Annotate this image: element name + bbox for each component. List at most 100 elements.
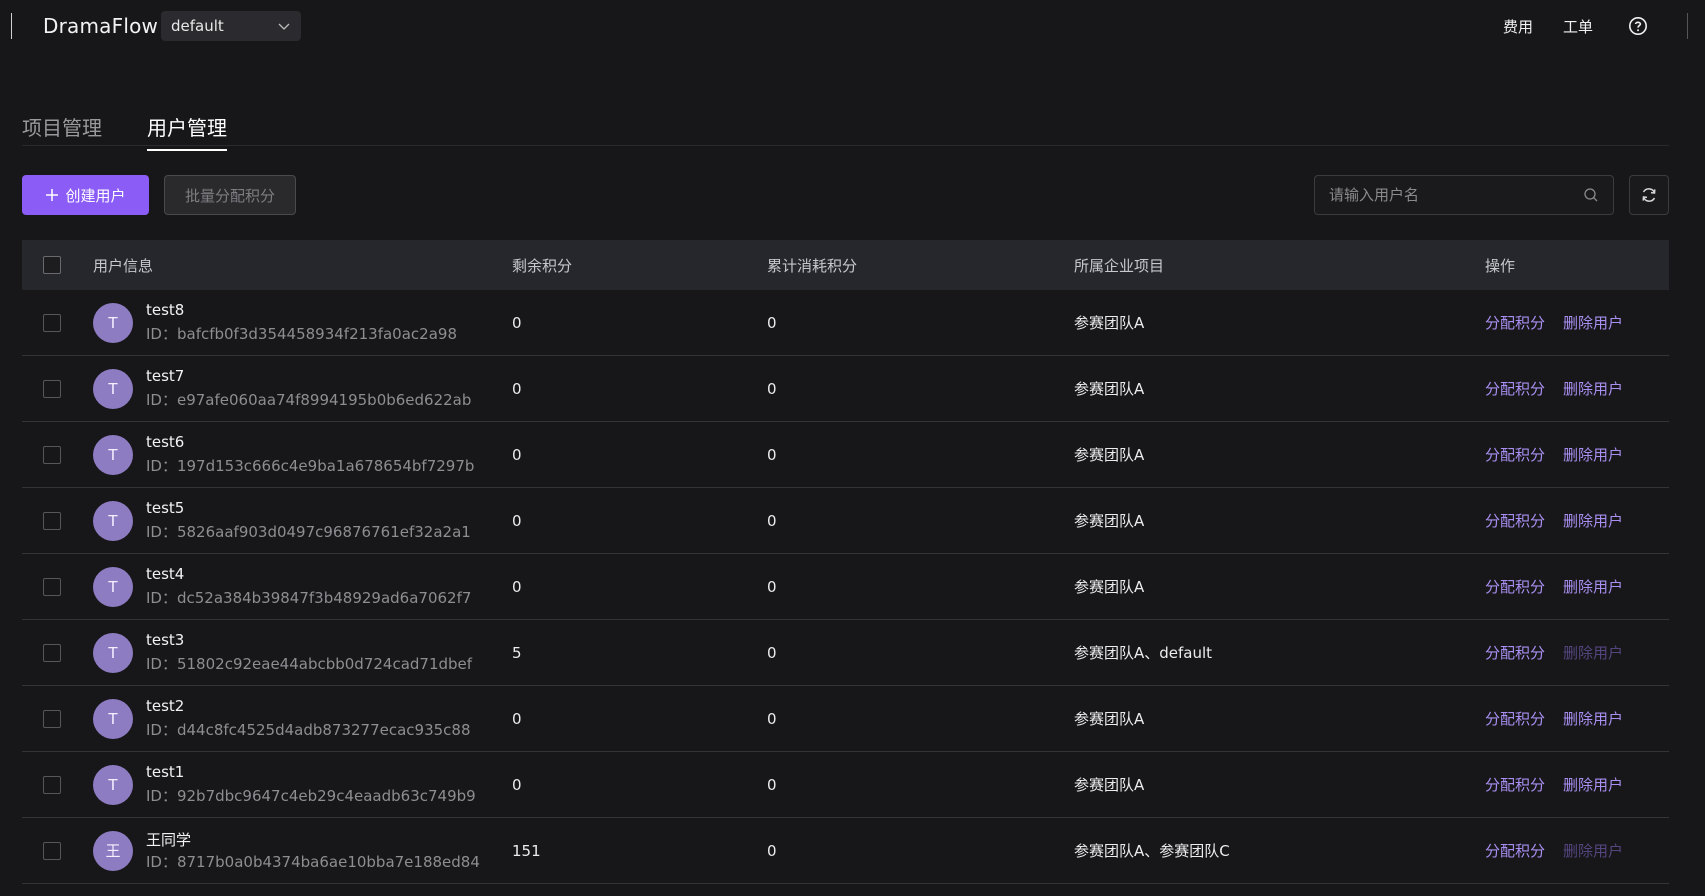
plus-icon bbox=[46, 189, 59, 201]
project-name: 参赛团队A bbox=[1074, 578, 1145, 596]
consumed-points: 0 bbox=[767, 577, 777, 596]
consumed-points: 0 bbox=[767, 313, 777, 332]
row-checkbox[interactable] bbox=[43, 313, 61, 332]
remaining-points: 0 bbox=[512, 775, 522, 794]
main-tabs: 项目管理 用户管理 bbox=[22, 112, 1669, 151]
row-checkbox[interactable] bbox=[43, 577, 61, 596]
remaining-points: 0 bbox=[512, 313, 522, 332]
user-name: test2 bbox=[146, 697, 185, 715]
user-name: test5 bbox=[146, 499, 185, 517]
project-name: 参赛团队A bbox=[1074, 710, 1145, 728]
header-consumed-points: 累计消耗积分 bbox=[767, 256, 858, 275]
user-id: ID：5826aaf903d0497c96876761ef32a2a1 bbox=[146, 523, 471, 541]
row-checkbox[interactable] bbox=[43, 775, 61, 794]
user-id: ID：dc52a384b39847f3b48929ad6a7062f7 bbox=[146, 589, 472, 607]
header-user-info: 用户信息 bbox=[93, 256, 154, 275]
user-name: test4 bbox=[146, 565, 185, 583]
delete-user-link: 删除用户 bbox=[1563, 842, 1624, 860]
left-divider bbox=[11, 13, 12, 39]
select-all-checkbox[interactable] bbox=[43, 256, 61, 274]
app-brand[interactable]: DramaFlow bbox=[43, 14, 158, 38]
table-row: Ttest4 ID：dc52a384b39847f3b48929ad6a7062f… bbox=[22, 554, 1669, 620]
assign-points-link[interactable]: 分配积分 bbox=[1485, 510, 1545, 531]
consumed-points: 0 bbox=[767, 841, 777, 860]
ticket-link[interactable]: 工单 bbox=[1563, 16, 1593, 37]
assign-points-link[interactable]: 分配积分 bbox=[1485, 576, 1545, 597]
project-select[interactable]: default bbox=[161, 11, 301, 41]
row-checkbox[interactable] bbox=[43, 841, 61, 860]
search-icon[interactable] bbox=[1583, 187, 1599, 203]
assign-points-link[interactable]: 分配积分 bbox=[1485, 378, 1545, 399]
project-name: 参赛团队A、参赛团队C bbox=[1074, 842, 1230, 860]
right-divider bbox=[1687, 13, 1688, 39]
remaining-points: 0 bbox=[512, 379, 522, 398]
remaining-points: 151 bbox=[512, 841, 541, 860]
delete-user-link[interactable]: 删除用户 bbox=[1563, 378, 1623, 399]
project-name: 参赛团队A bbox=[1074, 380, 1145, 398]
row-checkbox[interactable] bbox=[43, 643, 61, 662]
top-bar: DramaFlow default 费用 工单 bbox=[0, 0, 1705, 53]
search-input[interactable] bbox=[1329, 186, 1569, 204]
user-table: 用户信息 剩余积分 累计消耗积分 所属企业项目 操作 Ttest8 ID：bafc… bbox=[22, 240, 1669, 884]
user-id: ID：8717b0a0b4374ba6ae10bba7e188ed84 bbox=[146, 853, 480, 871]
avatar: T bbox=[93, 566, 133, 607]
delete-user-link[interactable]: 删除用户 bbox=[1563, 510, 1623, 531]
project-name: 参赛团队A、default bbox=[1074, 644, 1213, 662]
assign-points-link[interactable]: 分配积分 bbox=[1485, 774, 1545, 795]
table-row: Ttest7 ID：e97afe060aa74f8994195b0b6ed622a… bbox=[22, 356, 1669, 422]
consumed-points: 0 bbox=[767, 379, 777, 398]
user-name: test6 bbox=[146, 433, 185, 451]
table-row: Ttest5 ID：5826aaf903d0497c96876761ef32a2a… bbox=[22, 488, 1669, 554]
delete-user-link[interactable]: 删除用户 bbox=[1563, 312, 1623, 333]
refresh-icon bbox=[1642, 188, 1656, 202]
table-row: Ttest1 ID：92b7dbc9647c4eb29c4eaadb63c749b… bbox=[22, 752, 1669, 818]
assign-points-link[interactable]: 分配积分 bbox=[1485, 642, 1545, 663]
delete-user-link[interactable]: 删除用户 bbox=[1563, 708, 1623, 729]
consumed-points: 0 bbox=[767, 511, 777, 530]
delete-user-link[interactable]: 删除用户 bbox=[1563, 774, 1623, 795]
tab-user-management[interactable]: 用户管理 bbox=[147, 112, 227, 151]
user-name: test1 bbox=[146, 763, 185, 781]
row-checkbox[interactable] bbox=[43, 709, 61, 728]
user-id: ID：92b7dbc9647c4eb29c4eaadb63c749b9 bbox=[146, 787, 476, 805]
avatar: T bbox=[93, 302, 133, 343]
consumed-points: 0 bbox=[767, 775, 777, 794]
user-id: ID：bafcfb0f3d354458934f213fa0ac2a98 bbox=[146, 325, 457, 343]
table-row: Ttest6 ID：197d153c666c4e9ba1a678654bf7297… bbox=[22, 422, 1669, 488]
assign-points-link[interactable]: 分配积分 bbox=[1485, 312, 1545, 333]
refresh-button[interactable] bbox=[1629, 175, 1669, 215]
batch-assign-points-button[interactable]: 批量分配积分 bbox=[164, 175, 296, 215]
table-body: Ttest8 ID：bafcfb0f3d354458934f213fa0ac2a9… bbox=[22, 290, 1669, 884]
help-icon[interactable] bbox=[1628, 16, 1648, 36]
row-checkbox[interactable] bbox=[43, 511, 61, 530]
assign-points-link[interactable]: 分配积分 bbox=[1485, 840, 1545, 861]
tab-project-management[interactable]: 项目管理 bbox=[22, 112, 102, 149]
delete-user-link[interactable]: 删除用户 bbox=[1563, 444, 1623, 465]
project-name: 参赛团队A bbox=[1074, 512, 1145, 530]
project-name: 参赛团队A bbox=[1074, 446, 1145, 464]
user-name: 王同学 bbox=[146, 831, 192, 849]
chevron-down-icon bbox=[278, 23, 290, 30]
user-id: ID：d44c8fc4525d4adb873277ecac935c88 bbox=[146, 721, 471, 739]
assign-points-link[interactable]: 分配积分 bbox=[1485, 708, 1545, 729]
assign-points-link[interactable]: 分配积分 bbox=[1485, 444, 1545, 465]
create-user-label: 创建用户 bbox=[65, 186, 126, 205]
cost-link[interactable]: 费用 bbox=[1503, 16, 1533, 37]
row-checkbox[interactable] bbox=[43, 379, 61, 398]
search-box bbox=[1314, 175, 1614, 215]
table-row: Ttest8 ID：bafcfb0f3d354458934f213fa0ac2a9… bbox=[22, 290, 1669, 356]
user-id: ID：197d153c666c4e9ba1a678654bf7297b bbox=[146, 457, 475, 475]
avatar: T bbox=[93, 698, 133, 739]
remaining-points: 0 bbox=[512, 445, 522, 464]
header-actions: 操作 bbox=[1485, 256, 1516, 275]
table-row: 王王同学 ID：8717b0a0b4374ba6ae10bba7e188ed84 1… bbox=[22, 818, 1669, 884]
create-user-button[interactable]: 创建用户 bbox=[22, 175, 149, 215]
table-row: Ttest2 ID：d44c8fc4525d4adb873277ecac935c8… bbox=[22, 686, 1669, 752]
delete-user-link[interactable]: 删除用户 bbox=[1563, 576, 1623, 597]
remaining-points: 0 bbox=[512, 577, 522, 596]
avatar: T bbox=[93, 632, 133, 673]
project-name: 参赛团队A bbox=[1074, 776, 1145, 794]
table-header: 用户信息 剩余积分 累计消耗积分 所属企业项目 操作 bbox=[22, 240, 1669, 290]
table-row: Ttest3 ID：51802c92eae44abcbb0d724cad71dbe… bbox=[22, 620, 1669, 686]
row-checkbox[interactable] bbox=[43, 445, 61, 464]
